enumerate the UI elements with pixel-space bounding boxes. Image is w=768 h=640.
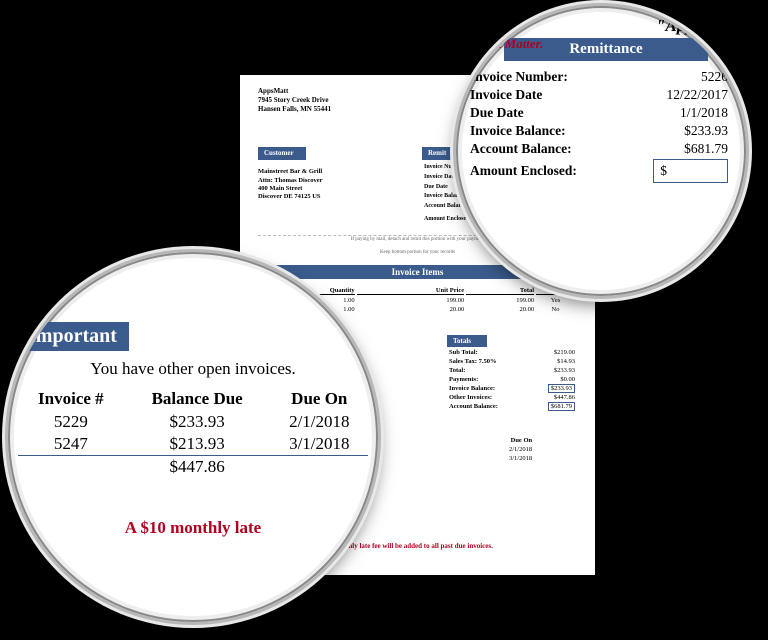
sum-row: $447.86: [18, 456, 368, 479]
col-invoice: Invoice #: [18, 389, 124, 411]
value: 5226: [621, 69, 736, 85]
late-fee-crop: A $10 monthly late: [18, 518, 368, 538]
remittance-table: Invoice Number:5226 Invoice Date12/22/20…: [464, 67, 738, 185]
slogan-crop: "Apps that: [656, 16, 732, 36]
col-balance: Balance Due: [124, 389, 271, 411]
important-header: Important: [16, 322, 129, 351]
customer-block: Customer Mainstreet Bar & Grill Attn: Th…: [258, 147, 323, 202]
col-due: Due On: [271, 389, 368, 411]
label: Invoice Number:: [466, 69, 619, 85]
cust-line: 400 Main Street: [258, 185, 323, 193]
customer-header: Customer: [258, 147, 306, 160]
col-total: Total: [466, 287, 534, 295]
slogan-crop2: hat Matter.: [484, 36, 543, 52]
label: Account Balance:: [466, 141, 619, 157]
magnifier-important: Important You have other open invoices. …: [8, 252, 378, 622]
value: $233.93: [621, 123, 736, 139]
label: Invoice Balance:: [466, 123, 619, 139]
value: 1/1/2018: [621, 105, 736, 121]
open-invoices-caption: You have other open invoices.: [18, 359, 368, 379]
table-row: 5247$213.933/1/2018: [18, 433, 368, 456]
label: Due Date: [466, 105, 619, 121]
totals-block: Totals Sub Total:$219.00 Sales Tax: 7.50…: [447, 335, 577, 412]
open-due-small: Due On 2/1/2018 3/1/2018: [507, 435, 577, 464]
amount-enclosed-input[interactable]: $: [653, 159, 728, 183]
value: 12/22/2017: [621, 87, 736, 103]
table-row: 5229$233.932/1/2018: [18, 411, 368, 433]
open-invoices-table: Invoice # Balance Due Due On 5229$233.93…: [18, 389, 368, 478]
cust-line: Discover DE 74125 US: [258, 193, 323, 201]
value: $681.79: [621, 141, 736, 157]
col-unit: Unit Price: [357, 287, 465, 295]
magnifier-remittance: "Apps that hat Matter. Remittance Invoic…: [456, 6, 746, 296]
label: Invoice Date: [466, 87, 619, 103]
totals-header: Totals: [447, 335, 487, 347]
cust-line: Attn: Thomas Discover: [258, 177, 323, 185]
label: Amount Enclosed:: [466, 159, 619, 183]
cust-line: Mainstreet Bar & Grill: [258, 168, 323, 176]
